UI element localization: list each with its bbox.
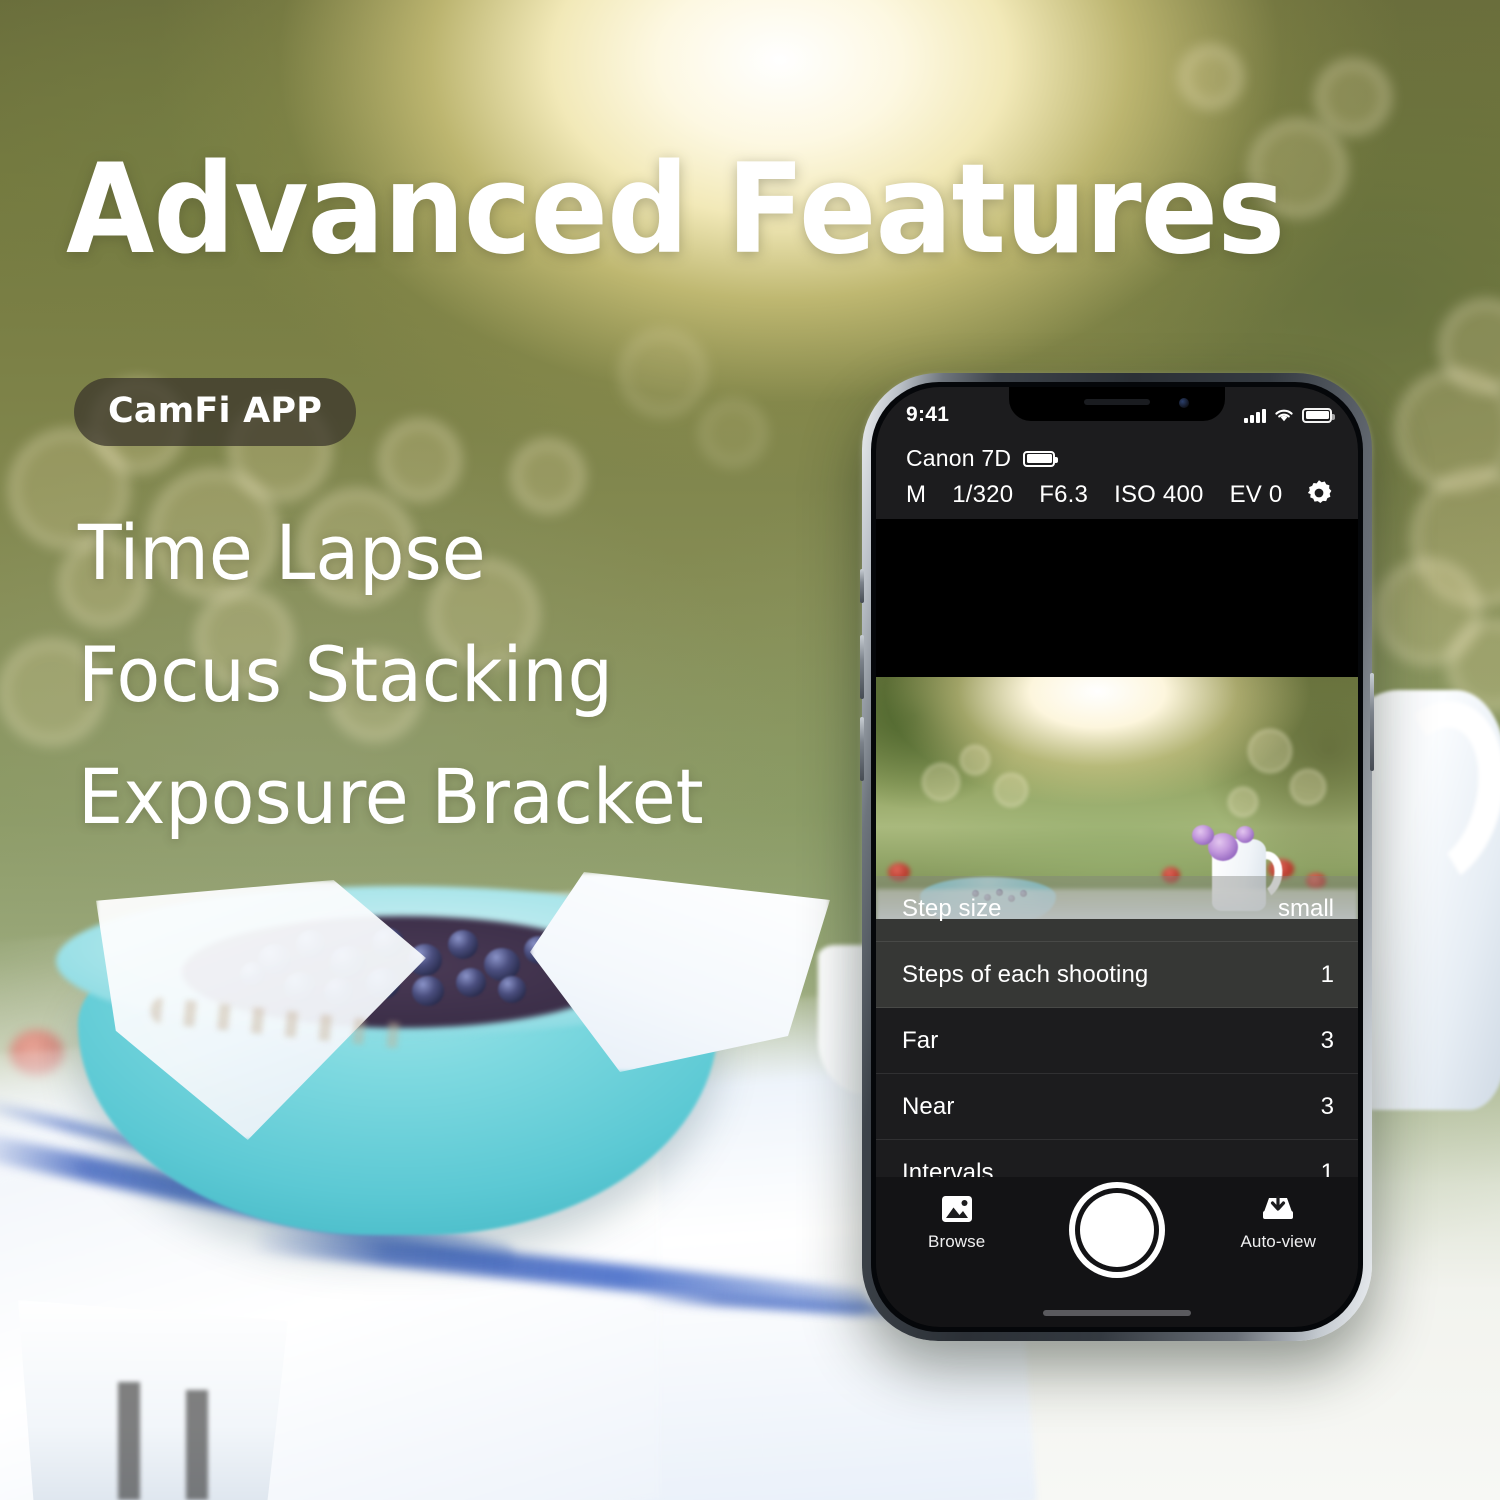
phone-screen: 9:41 Canon 7D M 1/320 F6.3 ISO 400 EV 0 … bbox=[876, 387, 1358, 1327]
row-value: 1 bbox=[1320, 960, 1334, 988]
focus-stacking-settings-list: Step size small Steps of each shooting 1… bbox=[876, 876, 1358, 1206]
bokeh-circle bbox=[994, 773, 1028, 807]
status-icons bbox=[1244, 407, 1335, 423]
rose-flower bbox=[1236, 826, 1254, 843]
mute-switch[interactable] bbox=[860, 569, 864, 603]
row-value: 3 bbox=[1320, 1026, 1334, 1054]
download-tray-icon bbox=[1263, 1195, 1294, 1219]
page-title: Advanced Features bbox=[66, 138, 1285, 282]
row-value: small bbox=[1277, 894, 1334, 922]
bokeh-circle bbox=[620, 330, 706, 416]
feature-item: Focus Stacking bbox=[78, 630, 614, 719]
bokeh-circle bbox=[1316, 60, 1390, 134]
row-label: Steps of each shooting bbox=[902, 960, 1149, 988]
app-badge: CamFi APP bbox=[74, 378, 357, 446]
power-button[interactable] bbox=[1370, 673, 1374, 771]
phone-bezel: 9:41 Canon 7D M 1/320 F6.3 ISO 400 EV 0 … bbox=[871, 382, 1363, 1332]
bokeh-circle bbox=[380, 420, 460, 500]
aperture-button[interactable]: F6.3 bbox=[1039, 481, 1088, 509]
bokeh-circle bbox=[960, 745, 990, 775]
home-indicator[interactable] bbox=[1043, 1310, 1191, 1316]
phone-mockup: 9:41 Canon 7D M 1/320 F6.3 ISO 400 EV 0 … bbox=[860, 373, 1374, 1341]
rose-flower bbox=[1192, 825, 1214, 845]
settings-row-step-size[interactable]: Step size small bbox=[876, 876, 1358, 942]
bokeh-circle bbox=[1228, 787, 1258, 817]
exposure-settings-row: M 1/320 F6.3 ISO 400 EV 0 bbox=[876, 472, 1358, 511]
blueberry bbox=[448, 930, 478, 959]
shutter-speed-button[interactable]: 1/320 bbox=[952, 481, 1013, 509]
capture-bar: Browse Auto-view bbox=[876, 1177, 1358, 1327]
bokeh-circle bbox=[1290, 769, 1326, 805]
exposure-compensation-button[interactable]: EV 0 bbox=[1230, 481, 1283, 509]
auto-view-button[interactable]: Auto-view bbox=[1240, 1193, 1316, 1252]
bokeh-circle bbox=[922, 763, 960, 801]
chair-slat bbox=[186, 1390, 208, 1500]
bokeh-circle bbox=[700, 400, 766, 466]
settings-button[interactable] bbox=[1304, 478, 1334, 513]
bokeh-circle bbox=[1248, 729, 1292, 773]
camera-identity-row: Canon 7D bbox=[876, 443, 1358, 472]
row-value: 3 bbox=[1320, 1092, 1334, 1120]
signal-bars-icon bbox=[1244, 408, 1266, 423]
notch bbox=[1009, 387, 1225, 421]
blueberry bbox=[498, 976, 526, 1003]
row-label: Near bbox=[902, 1092, 955, 1120]
feature-item: Time Lapse bbox=[78, 508, 486, 597]
battery-icon bbox=[1302, 407, 1335, 423]
wifi-icon bbox=[1275, 409, 1293, 421]
row-label: Step size bbox=[902, 894, 1002, 922]
volume-up-button[interactable] bbox=[860, 635, 864, 699]
feature-item: Exposure Bracket bbox=[78, 752, 704, 841]
settings-row-steps-of-each-shooting[interactable]: Steps of each shooting 1 bbox=[876, 942, 1358, 1008]
blueberry bbox=[412, 976, 444, 1006]
browse-button[interactable]: Browse bbox=[928, 1193, 985, 1252]
feature-list: Time Lapse Focus Stacking Exposure Brack… bbox=[78, 492, 744, 858]
shooting-mode-button[interactable]: M bbox=[906, 481, 926, 509]
gear-icon bbox=[1307, 480, 1332, 503]
camera-battery-icon bbox=[1023, 450, 1058, 467]
photo-library-icon bbox=[941, 1196, 972, 1222]
row-label: Far bbox=[902, 1026, 939, 1054]
volume-down-button[interactable] bbox=[860, 717, 864, 781]
bokeh-circle bbox=[1180, 46, 1242, 108]
chair bbox=[18, 1300, 288, 1500]
status-time: 9:41 bbox=[906, 403, 950, 426]
settings-row-far[interactable]: Far 3 bbox=[876, 1008, 1358, 1074]
auto-view-label: Auto-view bbox=[1240, 1232, 1316, 1251]
browse-label: Browse bbox=[928, 1232, 986, 1251]
iso-button[interactable]: ISO 400 bbox=[1114, 481, 1203, 509]
settings-row-near[interactable]: Near 3 bbox=[876, 1074, 1358, 1140]
blueberry bbox=[456, 968, 486, 997]
chair-slat bbox=[118, 1382, 140, 1500]
camera-model-label: Canon 7D bbox=[906, 445, 1012, 471]
front-camera-icon bbox=[1179, 398, 1189, 408]
shutter-button[interactable] bbox=[1080, 1193, 1154, 1267]
earpiece-speaker-icon bbox=[1084, 399, 1150, 405]
camera-info-header: Canon 7D M 1/320 F6.3 ISO 400 EV 0 bbox=[876, 437, 1358, 519]
